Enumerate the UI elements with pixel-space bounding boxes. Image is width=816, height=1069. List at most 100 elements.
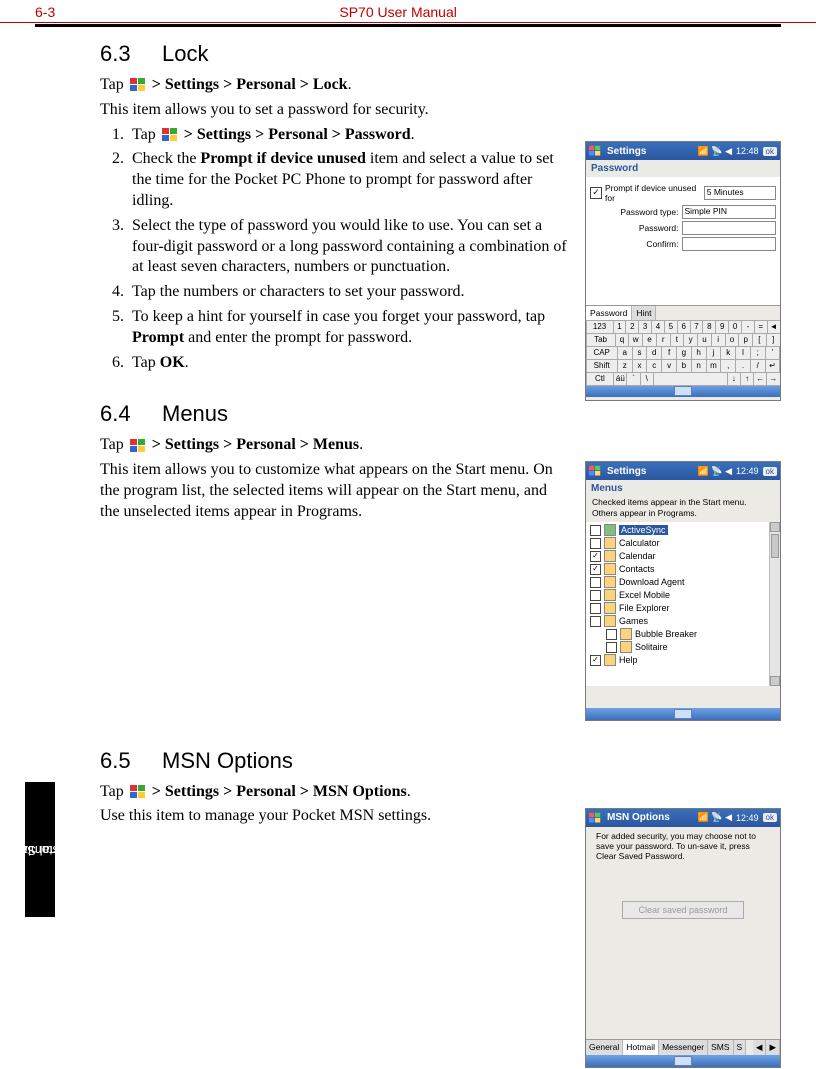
ok-button[interactable]: ok xyxy=(763,467,777,476)
kbd-key[interactable]: Shift xyxy=(586,359,618,373)
checkbox[interactable] xyxy=(606,642,617,653)
kbd-key[interactable]: ` xyxy=(626,372,640,386)
kbd-key[interactable]: g xyxy=(676,346,692,360)
tab-scroll-right[interactable]: ▶ xyxy=(766,1040,780,1055)
kbd-key[interactable]: [ xyxy=(752,333,767,347)
checkbox[interactable] xyxy=(590,590,601,601)
kbd-key[interactable]: z xyxy=(617,359,633,373)
ok-button[interactable]: ok xyxy=(763,147,777,156)
kbd-key[interactable]: w xyxy=(628,333,643,347)
checkbox[interactable] xyxy=(606,629,617,640)
kbd-key[interactable]: ' xyxy=(765,346,781,360)
kbd-key[interactable]: 123 xyxy=(586,320,614,334)
kbd-key[interactable]: ◄ xyxy=(767,320,781,334)
tab-messenger[interactable]: Messenger xyxy=(659,1040,708,1055)
kbd-key[interactable]: f xyxy=(661,346,677,360)
kbd-key[interactable]: \ xyxy=(640,372,654,386)
kbd-key[interactable]: 7 xyxy=(690,320,704,334)
kbd-key[interactable]: → xyxy=(766,372,780,386)
tab-hotmail[interactable]: Hotmail xyxy=(623,1040,659,1055)
kbd-key[interactable]: Tab xyxy=(586,333,616,347)
pwdtype-select[interactable]: Simple PIN xyxy=(682,205,777,219)
kbd-key[interactable]: s xyxy=(632,346,648,360)
prompt-duration-select[interactable]: 5 Minutes xyxy=(704,186,776,200)
keyboard-icon[interactable] xyxy=(674,1056,692,1066)
kbd-key[interactable]: j xyxy=(706,346,722,360)
kbd-key[interactable]: 4 xyxy=(651,320,665,334)
list-item[interactable]: ✓Calendar xyxy=(590,550,768,563)
confirm-input[interactable] xyxy=(682,237,777,251)
kbd-key[interactable]: 2 xyxy=(625,320,639,334)
kbd-key[interactable]: ← xyxy=(753,372,767,386)
kbd-key[interactable] xyxy=(653,372,728,386)
checkbox[interactable]: ✓ xyxy=(590,564,601,575)
kbd-key[interactable]: 8 xyxy=(702,320,716,334)
kbd-key[interactable]: ↵ xyxy=(765,359,781,373)
kbd-key[interactable]: / xyxy=(750,359,766,373)
checkbox[interactable]: ✓ xyxy=(590,551,601,562)
ok-button[interactable]: ok xyxy=(763,813,777,822)
kbd-key[interactable]: y xyxy=(683,333,698,347)
list-item[interactable]: ActiveSync xyxy=(590,524,768,537)
kbd-key[interactable]: h xyxy=(691,346,707,360)
checkbox[interactable]: ✓ xyxy=(590,655,601,666)
list-item[interactable]: Solitaire xyxy=(590,641,768,654)
kbd-key[interactable]: CAP xyxy=(586,346,618,360)
kbd-key[interactable]: c xyxy=(646,359,662,373)
checkbox[interactable] xyxy=(590,538,601,549)
keyboard-icon[interactable] xyxy=(674,709,692,719)
list-item[interactable]: Games xyxy=(590,615,768,628)
prompt-checkbox[interactable]: ✓ xyxy=(590,187,602,199)
kbd-key[interactable]: 3 xyxy=(638,320,652,334)
kbd-key[interactable]: ↓ xyxy=(727,372,741,386)
checkbox[interactable] xyxy=(590,616,601,627)
kbd-key[interactable]: t xyxy=(670,333,685,347)
list-item[interactable]: File Explorer xyxy=(590,602,768,615)
kbd-key[interactable]: d xyxy=(646,346,662,360)
kbd-key[interactable]: áü xyxy=(613,372,627,386)
list-item[interactable]: ✓Contacts xyxy=(590,563,768,576)
kbd-key[interactable]: ] xyxy=(766,333,781,347)
checkbox[interactable] xyxy=(590,525,601,536)
kbd-key[interactable]: - xyxy=(741,320,755,334)
list-item[interactable]: Download Agent xyxy=(590,576,768,589)
kbd-key[interactable]: k xyxy=(720,346,736,360)
kbd-key[interactable]: 5 xyxy=(664,320,678,334)
kbd-key[interactable]: l xyxy=(735,346,751,360)
kbd-key[interactable]: v xyxy=(661,359,677,373)
kbd-key[interactable]: p xyxy=(738,333,753,347)
kbd-key[interactable]: q xyxy=(615,333,630,347)
checkbox[interactable] xyxy=(590,603,601,614)
tab-general[interactable]: General xyxy=(586,1040,623,1055)
kbd-key[interactable]: Ctl xyxy=(586,372,615,386)
clear-password-button[interactable]: Clear saved password xyxy=(622,901,744,919)
tab-s[interactable]: S xyxy=(734,1040,747,1055)
kbd-key[interactable]: m xyxy=(706,359,722,373)
kbd-key[interactable]: x xyxy=(632,359,648,373)
list-item[interactable]: Bubble Breaker xyxy=(590,628,768,641)
kbd-key[interactable]: u xyxy=(697,333,712,347)
kbd-key[interactable]: 0 xyxy=(728,320,742,334)
tab-scroll-left[interactable]: ◀ xyxy=(753,1040,767,1055)
tab-sms[interactable]: SMS xyxy=(708,1040,733,1055)
password-input[interactable] xyxy=(682,221,777,235)
tab-hint[interactable]: Hint xyxy=(632,306,656,320)
kbd-key[interactable]: i xyxy=(711,333,726,347)
kbd-key[interactable]: a xyxy=(617,346,633,360)
checkbox[interactable] xyxy=(590,577,601,588)
tab-password[interactable]: Password xyxy=(586,306,632,320)
kbd-key[interactable]: b xyxy=(676,359,692,373)
kbd-key[interactable]: ↑ xyxy=(740,372,754,386)
scrollbar[interactable] xyxy=(769,522,780,686)
kbd-key[interactable]: r xyxy=(656,333,671,347)
kbd-key[interactable]: = xyxy=(754,320,768,334)
kbd-key[interactable]: 6 xyxy=(677,320,691,334)
kbd-key[interactable]: e xyxy=(642,333,657,347)
list-item[interactable]: Excel Mobile xyxy=(590,589,768,602)
list-item[interactable]: ✓Help xyxy=(590,654,768,667)
list-item[interactable]: Calculator xyxy=(590,537,768,550)
kbd-key[interactable]: . xyxy=(735,359,751,373)
kbd-key[interactable]: 1 xyxy=(613,320,627,334)
onscreen-keyboard[interactable]: 1231234567890-=◄ Tabqwertyuiop[] CAPasdf… xyxy=(586,320,780,385)
keyboard-icon[interactable] xyxy=(674,386,692,396)
